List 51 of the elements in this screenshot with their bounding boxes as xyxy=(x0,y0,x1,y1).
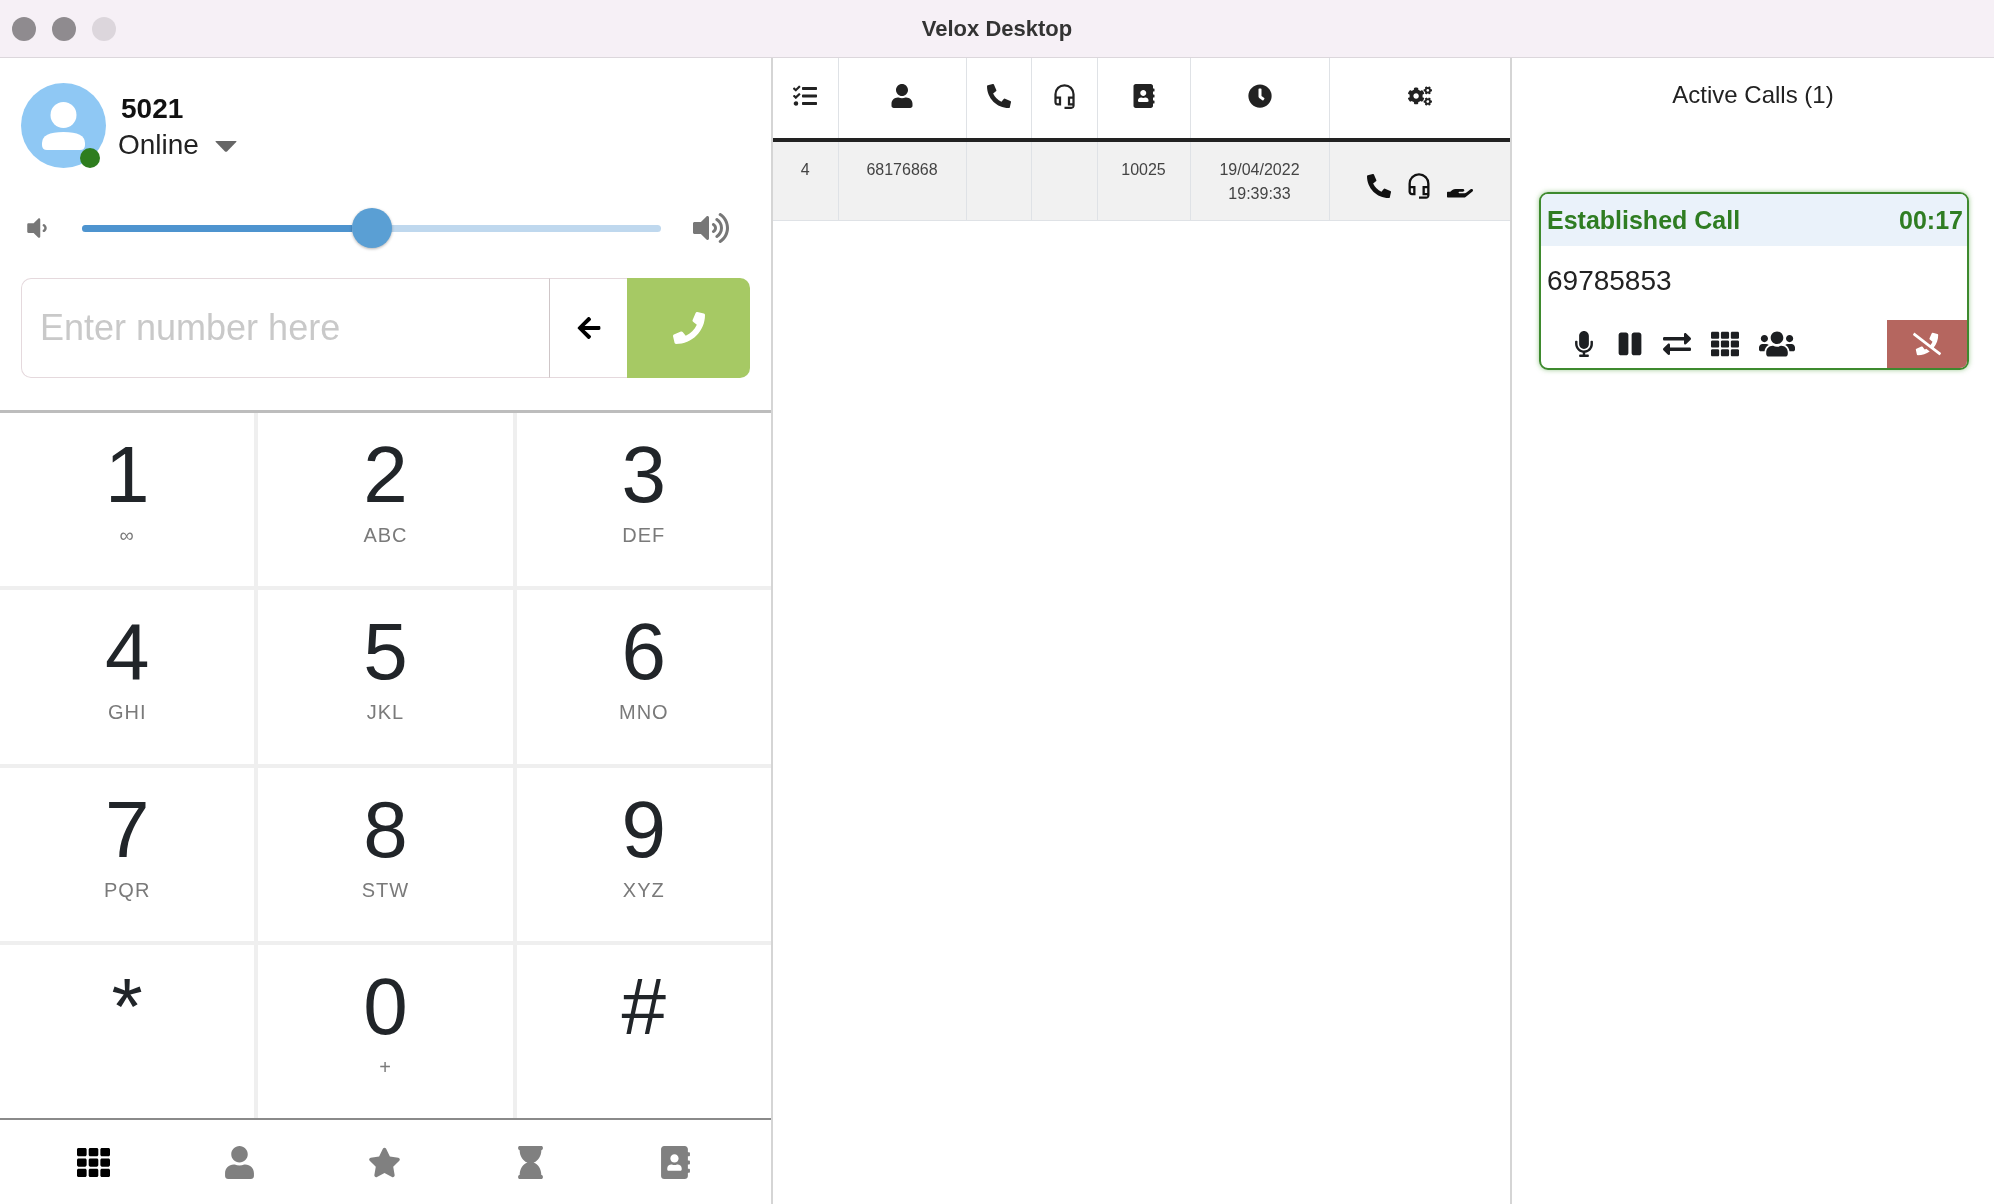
keypad-key[interactable]: 1 ∞ xyxy=(0,413,255,587)
keypad-key[interactable]: 4 GHI xyxy=(0,590,255,764)
table-cell: 19/04/2022 19:39:33 xyxy=(1190,140,1329,220)
contact-book-icon[interactable] xyxy=(659,1145,692,1179)
phone-slash-icon xyxy=(1913,330,1941,358)
speaker-high-icon[interactable] xyxy=(693,210,729,246)
active-calls-title: Active Calls (1) xyxy=(1671,80,1835,110)
grid-icon[interactable] xyxy=(77,1145,110,1179)
backspace-button[interactable] xyxy=(549,278,627,378)
minimize-button[interactable] xyxy=(52,16,76,41)
phone-icon[interactable] xyxy=(1366,173,1391,198)
pause-icon[interactable] xyxy=(1617,331,1643,357)
table-cell: 10025 xyxy=(1097,140,1190,220)
hang-up-button[interactable] xyxy=(1887,320,1967,368)
status-dot-icon xyxy=(80,148,100,168)
call-duration: 00:17 xyxy=(1899,205,1963,235)
keypad-key[interactable]: 5 JKL xyxy=(258,590,513,764)
user-icon[interactable] xyxy=(222,1145,256,1179)
call-number: 69785853 xyxy=(1546,264,1673,298)
keypad-key[interactable]: # xyxy=(516,944,771,1118)
gears-icon xyxy=(1407,84,1432,108)
keypad-key[interactable]: 8 STW xyxy=(258,767,513,941)
user-icon xyxy=(890,84,914,108)
grid-icon[interactable] xyxy=(1711,330,1739,358)
call-status: Established Call xyxy=(1547,205,1741,235)
phone-icon xyxy=(672,312,705,344)
close-button[interactable] xyxy=(12,16,36,41)
table-cell: 4 xyxy=(773,140,838,220)
keypad-key[interactable]: 2 ABC xyxy=(258,413,513,587)
swap-arrows-icon[interactable] xyxy=(1663,330,1691,358)
star-icon[interactable] xyxy=(368,1145,401,1179)
volume-slider-thumb[interactable] xyxy=(351,208,392,248)
keypad-key[interactable]: 3 DEF xyxy=(516,413,771,587)
arrow-left-icon xyxy=(575,315,602,341)
keypad-key[interactable]: 9 XYZ xyxy=(516,767,771,941)
extension-label: 5021 xyxy=(121,91,185,126)
speaker-low-icon[interactable] xyxy=(24,215,50,241)
clock-icon xyxy=(1247,84,1272,108)
keypad-key[interactable]: * xyxy=(0,944,255,1118)
call-log-row[interactable]: 4 68176868 10025 19/04/2022 19:39:33 xyxy=(773,140,1510,220)
table-cell: 68176868 xyxy=(838,140,966,220)
keypad-key[interactable]: 6 MNO xyxy=(516,590,771,764)
phone-icon xyxy=(986,84,1011,108)
window-title: Velox Desktop xyxy=(921,15,1073,42)
checklist-icon xyxy=(793,84,818,108)
keypad-key[interactable]: 0 + xyxy=(258,944,513,1118)
contact-book-icon xyxy=(1131,84,1156,108)
caret-icon xyxy=(214,141,237,152)
avatar-icon xyxy=(21,83,106,168)
keypad-key[interactable]: 7 PQR xyxy=(0,767,255,941)
status-dropdown[interactable]: Online xyxy=(118,127,237,162)
